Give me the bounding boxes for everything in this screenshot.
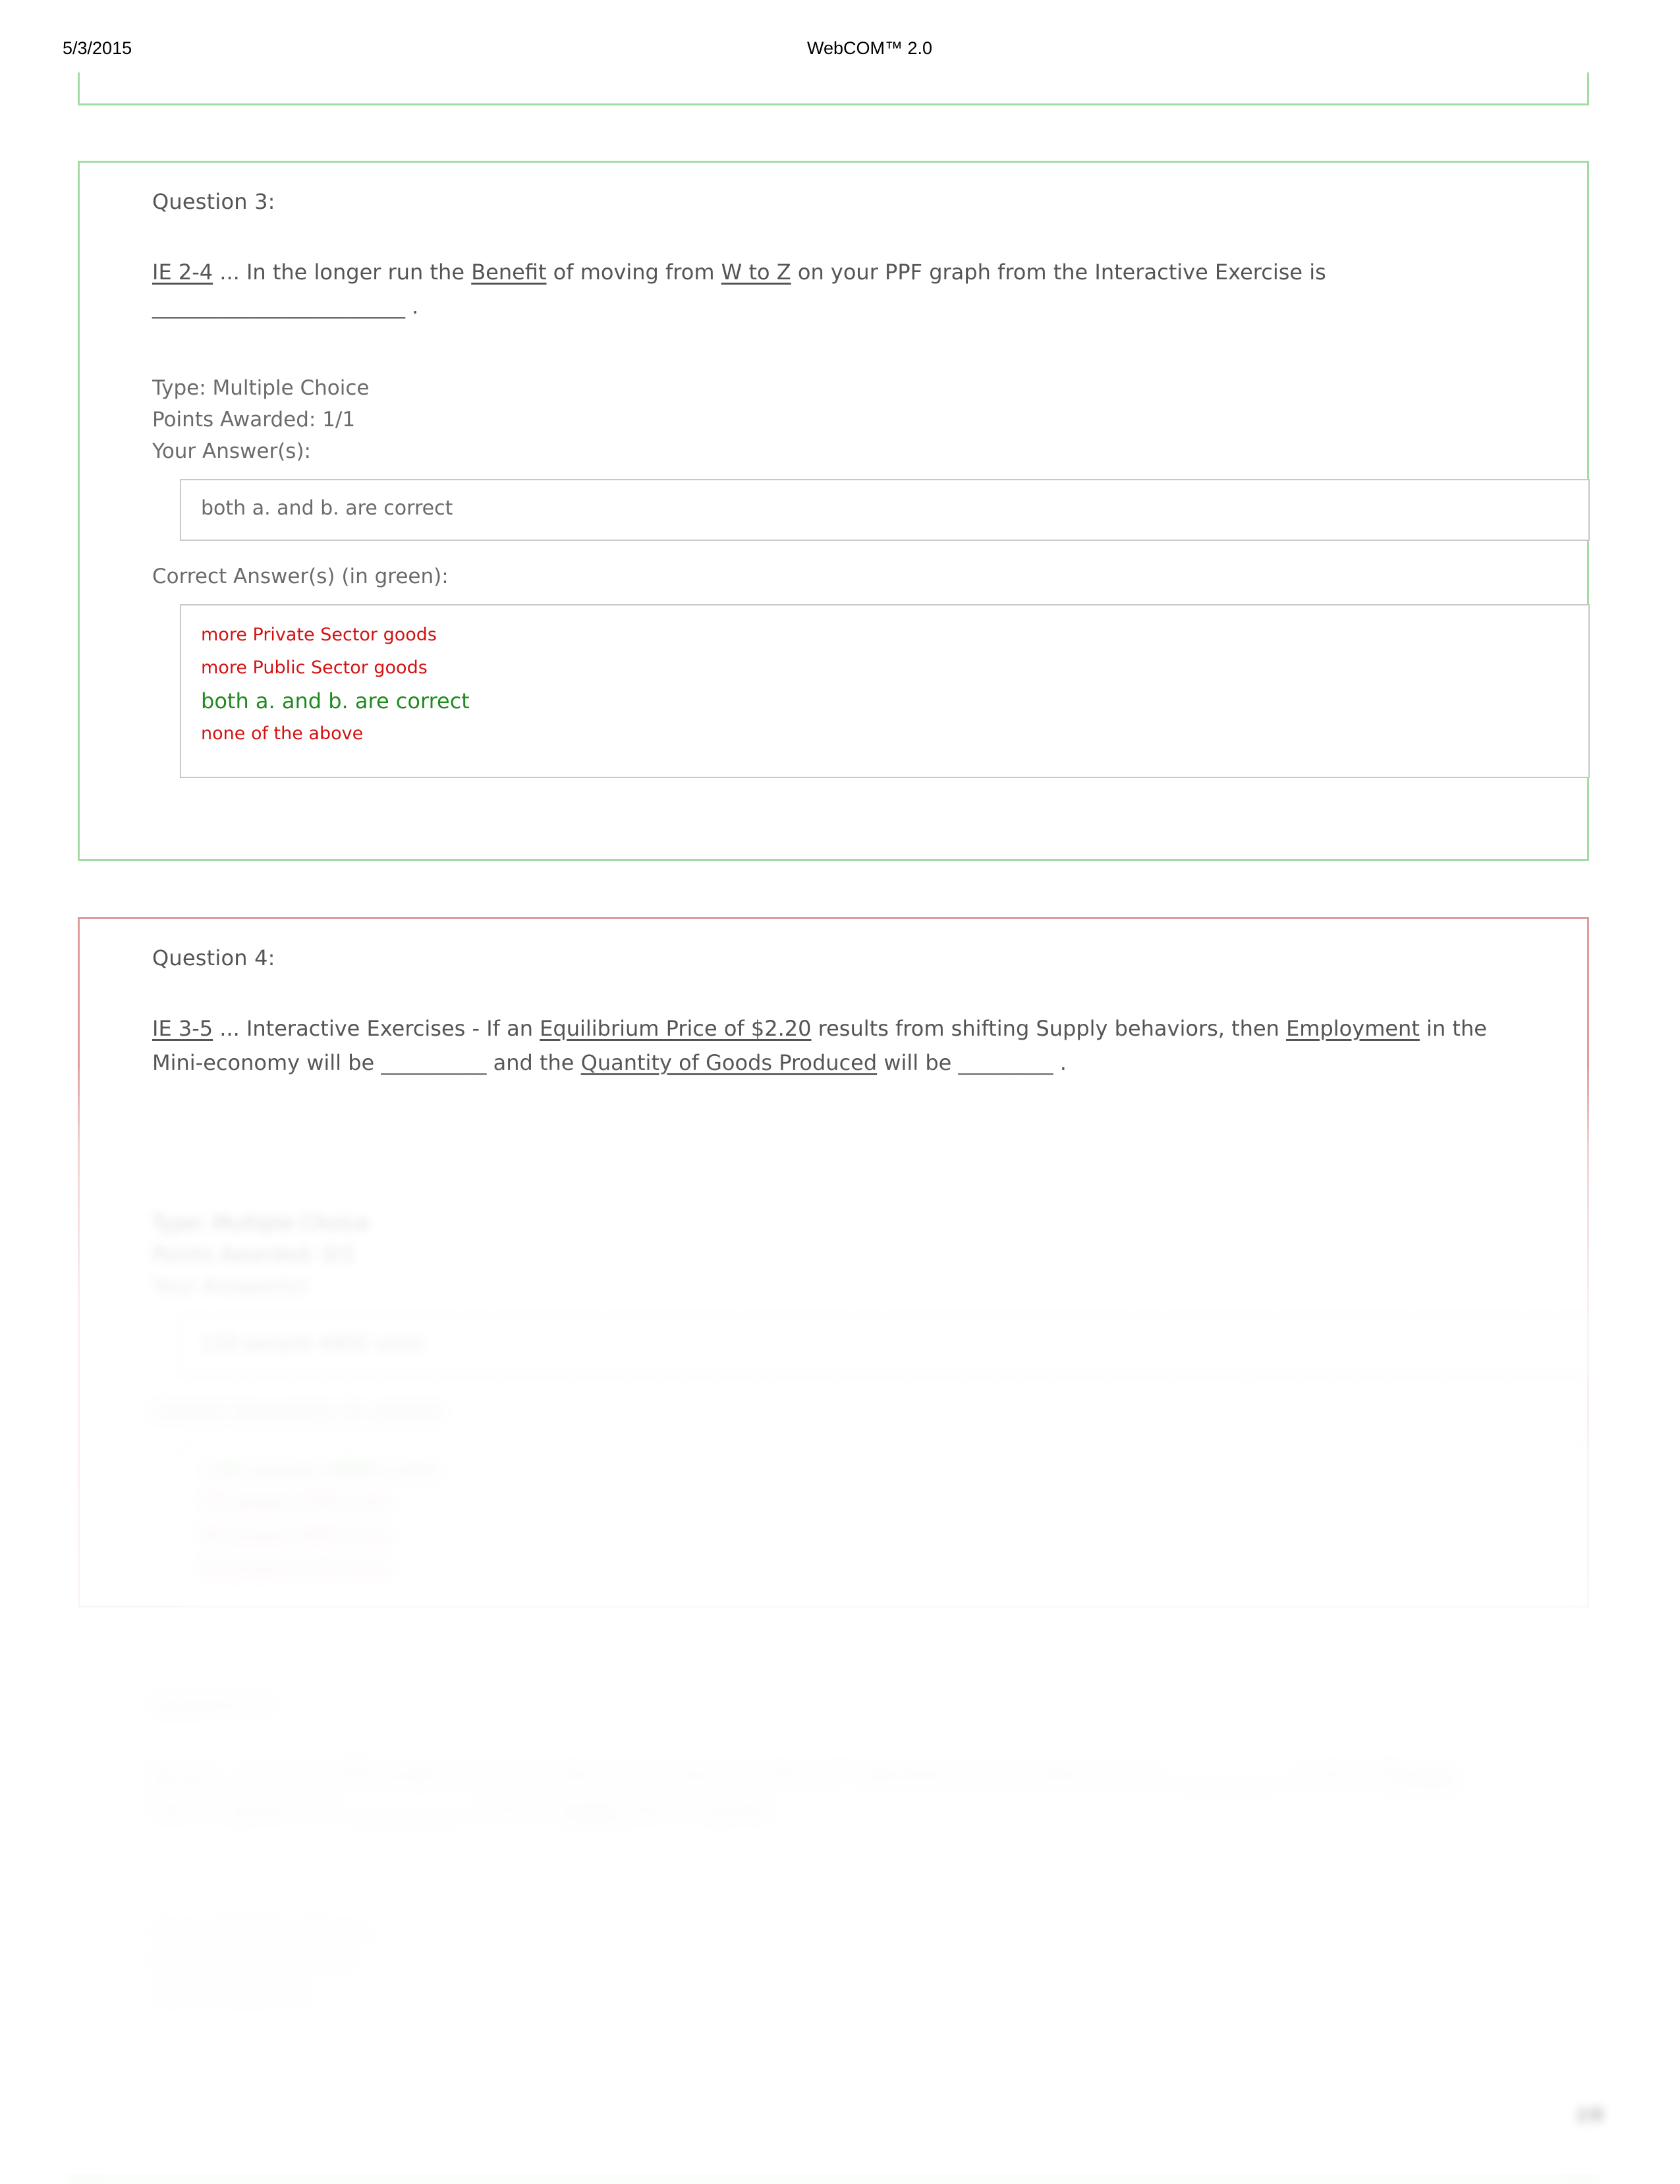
question-4-your-answer-label: Your Answer(s): — [152, 1275, 311, 1299]
question-3-your-answer-label: Your Answer(s): — [152, 439, 311, 463]
page-header: 5/3/2015 WebCOM™ 2.0 — [0, 38, 1680, 65]
question-5-your-answer-label: Your Answer(s): — [152, 1983, 311, 2007]
question-4-text: IE 3-5 ... Interactive Exercises - If an… — [152, 1016, 1487, 1075]
question-3-text: IE 2-4 ... In the longer run the Benefit… — [152, 260, 1326, 319]
question-5-points: Points Awarded: 1/1 — [152, 1951, 356, 1975]
question-3-label: Question 3: — [152, 189, 275, 214]
question-4-option-2: 90 people 5900 units — [201, 1526, 390, 1546]
question-4-type: Type: Multiple Choice — [152, 1212, 370, 1235]
question-4-points: Points Awarded: 0/1 — [152, 1243, 356, 1267]
question-5-text: IE 2-4 ... On your PPF graph from the In… — [152, 1762, 1458, 1822]
question-4-label: Question 4: — [152, 945, 275, 970]
question-5-label: Question 5: — [152, 1692, 275, 1717]
question-3-correct-label: Correct Answer(s) (in green): — [152, 565, 449, 588]
header-date: 5/3/2015 — [63, 38, 132, 58]
question-3-box: Question 3: IE 2-4 ... In the longer run… — [78, 161, 1590, 861]
question-4-your-answer-value: 110 people 4900 units — [201, 1332, 424, 1355]
question-4-box: Question 4: IE 3-5 ... Interactive Exerc… — [78, 917, 1590, 1613]
question-3-option-2: both a. and b. are correct — [201, 688, 470, 714]
question-4-option-0: 130 people 6900 units — [201, 1458, 439, 1483]
question-3-points: Points Awarded: 1/1 — [152, 408, 356, 432]
header-title: WebCOM™ 2.0 — [807, 38, 933, 58]
question-5-type: Type: Multiple Choice — [152, 1920, 370, 1944]
question-3-correct-answer-box: more Private Sector goods more Public Se… — [180, 604, 1590, 778]
question-4-option-3: 50 people 1700 units — [201, 1559, 390, 1579]
question-3-type: Type: Multiple Choice — [152, 376, 370, 400]
question-4-your-answer-box: 110 people 4900 units — [180, 1314, 1590, 1376]
question-5-box: Question 5: IE 2-4 ... On your PPF graph… — [78, 1664, 1589, 2184]
question-3-option-1: more Public Sector goods — [201, 658, 428, 678]
previous-question-box-partial — [78, 72, 1589, 105]
question-3-your-answer-value: both a. and b. are correct — [201, 497, 453, 520]
question-4-option-1: 70 people 4700 units — [201, 1493, 390, 1513]
question-3-option-3: none of the above — [201, 723, 364, 744]
page-number-marker: 2/8 — [1576, 2106, 1604, 2125]
question-4-correct-label: Correct Answer(s) (in green): — [152, 1400, 449, 1424]
question-3-your-answer-box: both a. and b. are correct — [180, 479, 1590, 541]
question-3-option-0: more Private Sector goods — [201, 625, 437, 645]
question-4-correct-answer-box: 130 people 6900 units 70 people 4700 uni… — [180, 1440, 1590, 1613]
